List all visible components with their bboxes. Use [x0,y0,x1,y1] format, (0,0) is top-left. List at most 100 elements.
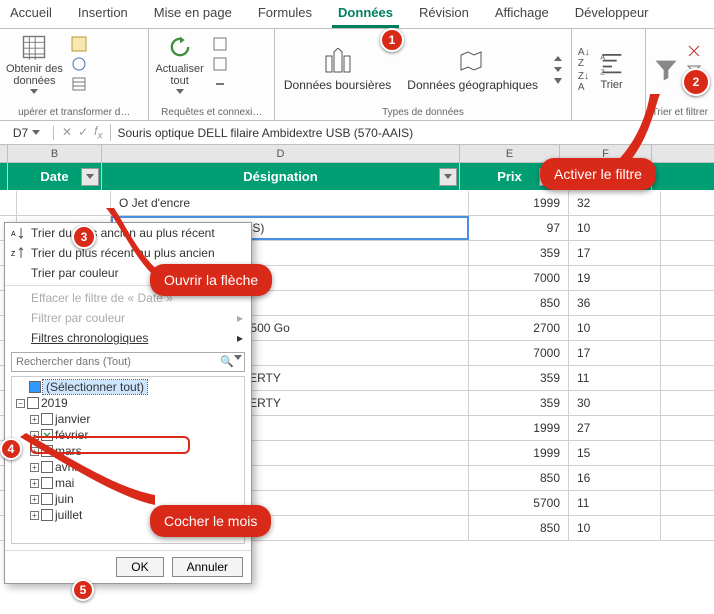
clear-filter-icon[interactable] [686,43,702,59]
expand-icon[interactable]: + [30,495,39,504]
tree-item[interactable]: +février [16,427,240,443]
cell-prix[interactable]: 5700 [469,491,569,515]
cell-prix[interactable]: 359 [469,366,569,390]
cell-prix[interactable]: 1999 [469,416,569,440]
group3-label: Types de données [281,107,565,118]
geography-datatype-button[interactable]: Données géographiques [407,48,538,92]
tab-developpeur[interactable]: Développeur [569,2,655,28]
tab-insertion[interactable]: Insertion [72,2,134,28]
collapse-icon[interactable]: − [16,399,25,408]
cell-quantite[interactable]: 15 [569,441,661,465]
sort-az-icon[interactable]: A↓Z [578,47,590,69]
cell-quantite[interactable]: 36 [569,291,661,315]
stocks-datatype-button[interactable]: Données boursières [284,48,391,92]
cell-quantite[interactable]: 10 [569,216,661,240]
group2-label: Requêtes et connexi… [155,107,268,118]
cell-quantite[interactable]: 27 [569,416,661,440]
filter-search[interactable]: 🔍 [11,352,245,372]
tree-label: (Sélectionner tout) [43,380,147,394]
expand-icon[interactable]: + [30,447,39,456]
links-icon[interactable] [212,76,228,92]
geography-label: Données géographiques [407,78,538,92]
filter-search-input[interactable] [14,355,220,369]
expand-icon[interactable]: + [30,415,39,424]
name-box[interactable]: D7 [0,126,54,140]
cell-designation[interactable]: O Jet d'encre [111,191,469,215]
sort-button[interactable]: AZ Trier [598,49,626,91]
tab-affichage[interactable]: Affichage [489,2,555,28]
cell-quantite[interactable]: 30 [569,391,661,415]
checkbox[interactable] [41,461,53,473]
get-data-button[interactable]: Obtenir des données [6,33,63,94]
tab-revision[interactable]: Révision [413,2,475,28]
refresh-all-button[interactable]: Actualiser tout [155,33,203,94]
expand-icon[interactable]: + [30,511,39,520]
checkbox[interactable] [41,493,53,505]
cell-prix[interactable]: 2700 [469,316,569,340]
confirm-icon[interactable]: ✓ [78,125,88,139]
refresh-label: Actualiser tout [155,63,203,87]
checkbox[interactable] [41,477,53,489]
sort-za-icon[interactable]: Z↓A [578,71,590,93]
from-table-icon[interactable] [71,76,87,92]
cell-prix[interactable]: 850 [469,516,569,540]
checkbox[interactable] [41,429,53,441]
cell-quantite[interactable]: 16 [569,466,661,490]
filter-button[interactable] [652,56,680,84]
tab-accueil[interactable]: Accueil [4,2,58,28]
callout-activer-filtre: Activer le filtre [540,158,656,190]
scroll-up-icon[interactable] [554,56,562,61]
cell-prix[interactable]: 97 [469,216,569,240]
tree-item[interactable]: −2019 [16,395,240,411]
table-row[interactable]: O Jet d'encre199932 [0,191,714,216]
cell-prix[interactable]: 1999 [469,441,569,465]
tab-formules[interactable]: Formules [252,2,318,28]
tab-mise-en-page[interactable]: Mise en page [148,2,238,28]
queries-icon[interactable] [212,36,228,52]
chrono-filters-item[interactable]: Filtres chronologiques▸ [5,328,251,348]
tree-item[interactable]: (Sélectionner tout) [16,379,240,395]
cell-prix[interactable]: 7000 [469,266,569,290]
cell-quantite[interactable]: 17 [569,241,661,265]
col-B[interactable]: B [8,145,102,162]
cell-quantite[interactable]: 11 [569,491,661,515]
expand-icon[interactable] [554,78,562,84]
checkbox[interactable] [41,413,53,425]
from-web-icon[interactable] [71,56,87,72]
header-date: Date [8,163,102,190]
cell-quantite[interactable]: 10 [569,316,661,340]
cell-quantite[interactable]: 10 [569,516,661,540]
filter-dropdown-designation[interactable] [439,168,457,186]
cell-prix[interactable]: 359 [469,241,569,265]
cell-quantite[interactable]: 11 [569,366,661,390]
filter-dropdown-date[interactable] [81,168,99,186]
cancel-icon[interactable]: ✕ [62,125,72,139]
cancel-button[interactable]: Annuler [172,557,243,577]
cell-prix[interactable]: 7000 [469,341,569,365]
marker-3: 3 [72,225,96,249]
cell-quantite[interactable]: 19 [569,266,661,290]
col-D[interactable]: D [102,145,460,162]
tab-donnees[interactable]: Données [332,2,399,28]
fx-icon[interactable]: fx [94,124,102,141]
cell-prix[interactable]: 850 [469,466,569,490]
cell-prix[interactable]: 1999 [469,191,569,215]
filter-color-item: Filtrer par couleur▸ [5,308,251,328]
select-all-corner[interactable] [0,145,8,162]
expand-icon[interactable]: + [30,463,39,472]
tree-item[interactable]: +janvier [16,411,240,427]
cell-quantite[interactable]: 17 [569,341,661,365]
cell-prix[interactable]: 359 [469,391,569,415]
expand-icon[interactable]: + [30,479,39,488]
checkbox[interactable] [29,381,41,393]
ok-button[interactable]: OK [116,557,163,577]
properties-icon[interactable] [212,56,228,72]
cell-quantite[interactable]: 32 [569,191,661,215]
checkbox[interactable] [41,509,53,521]
col-E[interactable]: E [460,145,560,162]
cell-prix[interactable]: 850 [469,291,569,315]
scroll-down-icon[interactable] [554,67,562,72]
checkbox[interactable] [27,397,39,409]
from-text-icon[interactable] [71,36,87,52]
svg-text:Z: Z [11,251,16,258]
